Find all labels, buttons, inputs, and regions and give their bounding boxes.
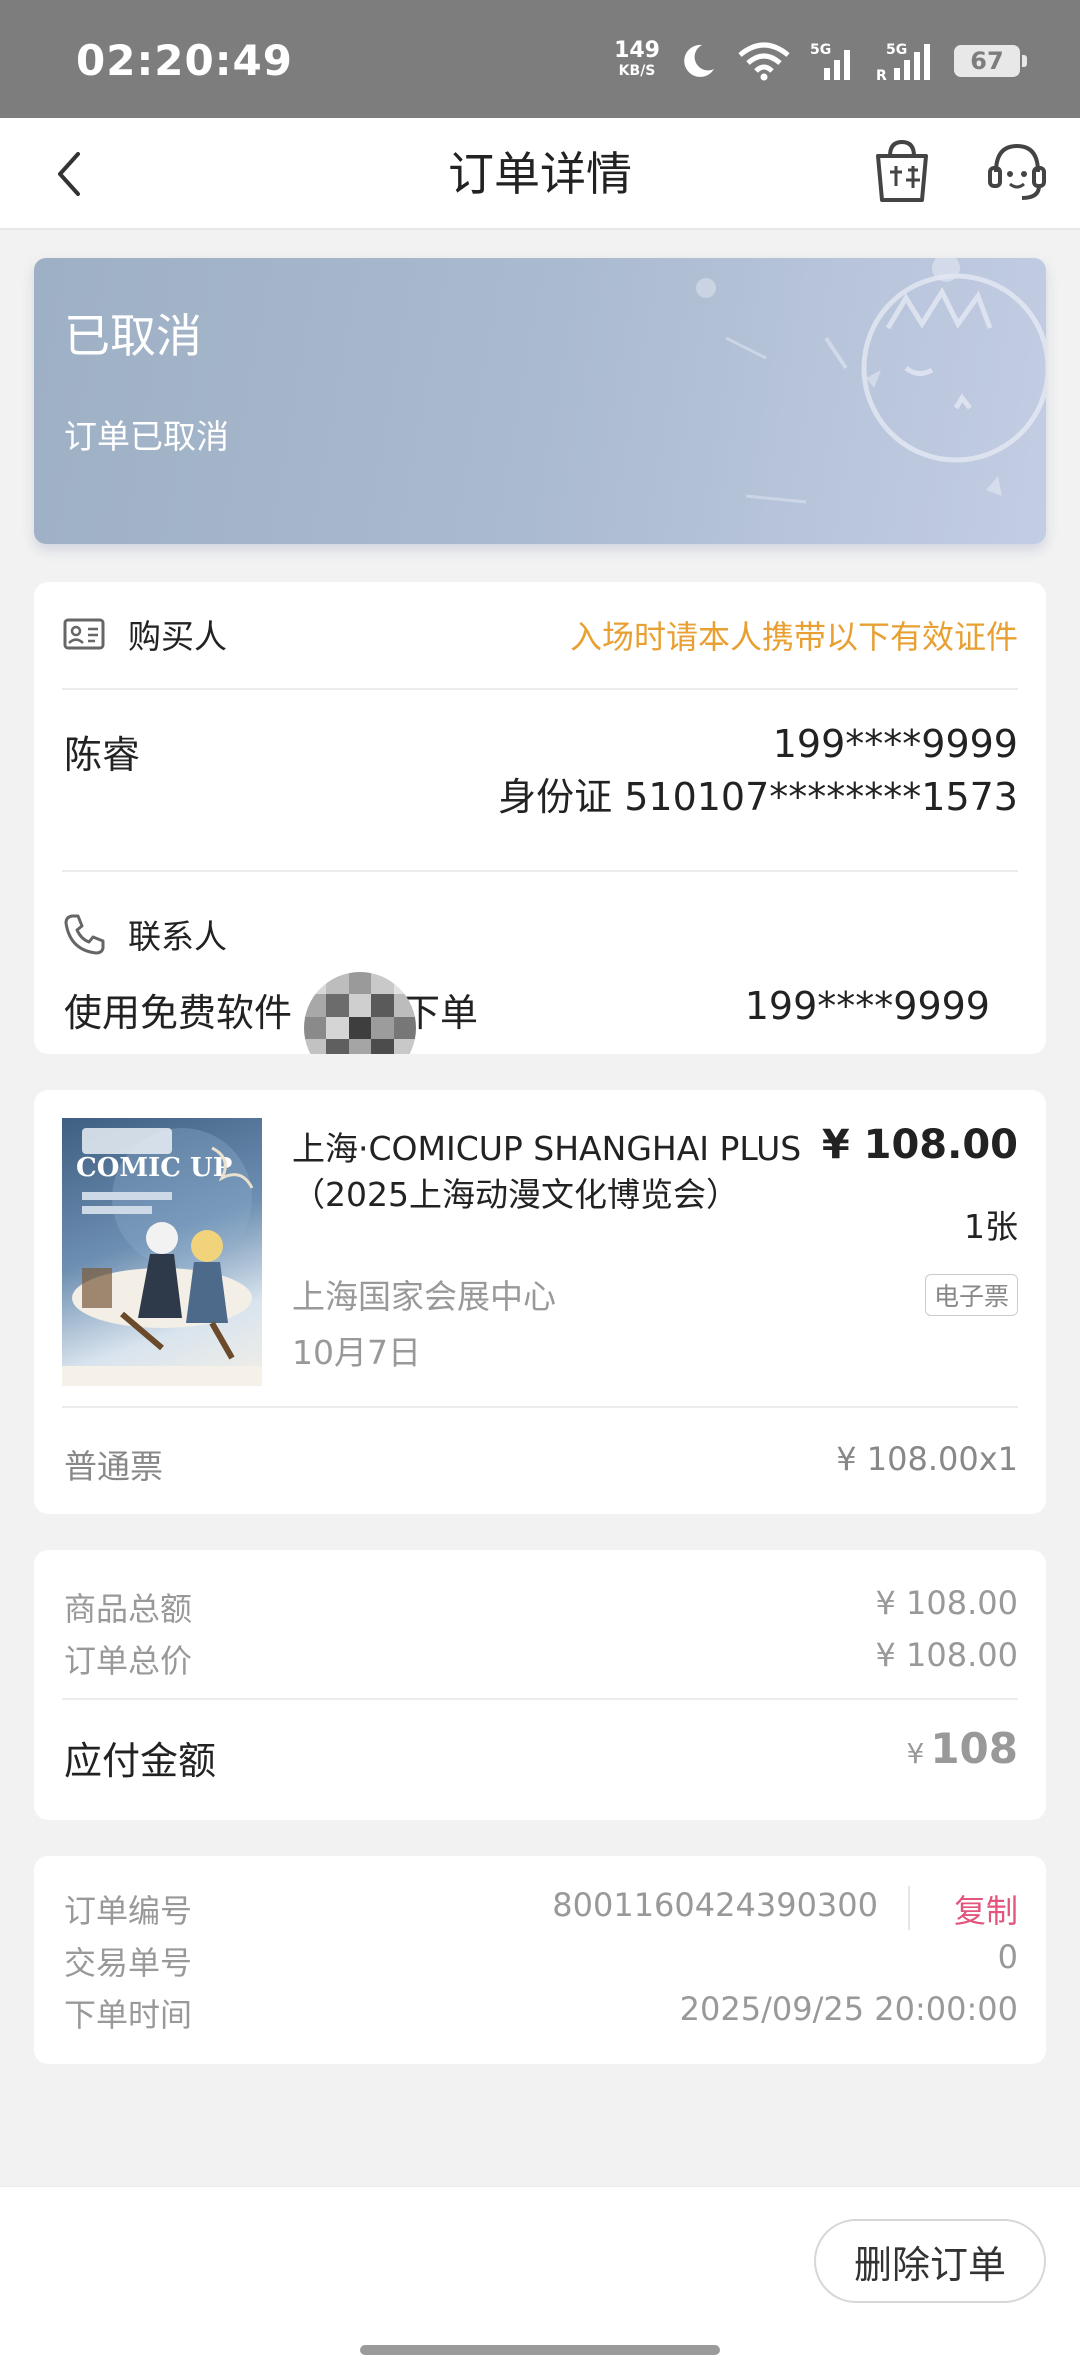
svg-text:5G: 5G (810, 42, 831, 58)
payable-currency: ¥ (906, 1737, 925, 1770)
event-poster-image[interactable]: COMIC UP (62, 1118, 262, 1386)
buyer-section-header: 购买人 (62, 604, 227, 664)
event-date: 10月7日 (292, 1333, 421, 1372)
buyer-section-label: 购买人 (128, 617, 227, 656)
shopping-bag-icon[interactable] (872, 136, 932, 206)
buyer-phone: 199****9999 (772, 722, 1018, 766)
e-ticket-badge: 电子票 (924, 1274, 1018, 1316)
moon-icon (684, 44, 714, 77)
price-summary-card: 商品总额 ¥ 108.00 订单总价 ¥ 108.00 应付金额 ¥108 (34, 1550, 1046, 1820)
trade-number-value: 0 (997, 1938, 1018, 1976)
home-indicator[interactable] (360, 2345, 720, 2355)
battery-icon: 67 (954, 45, 1027, 77)
delete-order-button[interactable]: 删除订单 (814, 2219, 1046, 2303)
copy-order-number-button[interactable]: 复制 (954, 1886, 1018, 1932)
poster-illustration: COMIC UP (62, 1128, 262, 1386)
trade-number-label: 交易单号 (64, 1944, 193, 1982)
event-title[interactable]: 上海·COMICUP SHANGHAI PLUS（2025上海动漫文化博览会） (292, 1126, 852, 1218)
ticket-type-label: 普通票 (64, 1447, 163, 1486)
battery-level: 67 (970, 47, 1004, 75)
signal-5g-icon: 5G (810, 42, 850, 80)
id-card-icon (63, 618, 105, 650)
goods-total-value: ¥ 108.00 (875, 1584, 1019, 1622)
wifi-icon (738, 42, 790, 81)
network-speed-unit: KB/S (618, 63, 656, 79)
payable-amount: ¥108 (907, 1724, 1019, 1773)
goods-total-label: 商品总额 (64, 1590, 193, 1628)
payable-label: 应付金额 (64, 1739, 217, 1783)
buyer-id-number: 身份证 510107********1573 (498, 775, 1018, 819)
contact-name-part: 使用免费软件 (64, 991, 293, 1035)
order-total-label: 订单总价 (64, 1642, 193, 1680)
contact-section-label: 联系人 (128, 917, 227, 956)
contact-section-header: 联系人 (62, 904, 227, 964)
signal-5g-roaming-icon: 5G R (876, 42, 930, 82)
order-info-card: 订单编号 8001160424390300 复制 交易单号 0 下单时间 202… (34, 1856, 1046, 2064)
network-speed-value: 149 (614, 38, 660, 63)
customer-service-icon[interactable] (986, 138, 1048, 206)
order-time-label: 下单时间 (64, 1996, 193, 2034)
ticket-quantity: 1张 (964, 1207, 1018, 1246)
event-venue: 上海国家会展中心 (292, 1277, 556, 1316)
ticket-unit-price: ¥ 108.00x1 (836, 1440, 1018, 1478)
divider (62, 870, 1018, 872)
payable-number: 108 (930, 1724, 1018, 1773)
buyer-name: 陈睿 (64, 733, 141, 777)
svg-text:5G: 5G (886, 42, 907, 58)
bottom-action-bar: 删除订单 (0, 2186, 1080, 2375)
divider (62, 1698, 1018, 1700)
nav-bar: 订单详情 (0, 118, 1080, 230)
divider (62, 688, 1018, 690)
order-number-label: 订单编号 (64, 1892, 193, 1930)
order-total-value: ¥ 108.00 (875, 1636, 1019, 1674)
buyer-info-card: 购买人 入场时请本人携带以下有效证件 陈睿 199****9999 身份证 51… (34, 582, 1046, 1054)
ticket-item-card[interactable]: COMIC UP 上海·COMICUP SHANGHAI PLUS（2025上海… (34, 1090, 1046, 1514)
order-status-subtitle: 订单已取消 (64, 417, 229, 456)
mascot-watermark-icon (696, 258, 1046, 504)
buyer-id-notice: 入场时请本人携带以下有效证件 (569, 618, 1018, 656)
order-status-card: 已取消 订单已取消 (34, 258, 1046, 544)
contact-phone: 199****9999 (744, 984, 990, 1028)
divider (908, 1886, 910, 1930)
svg-text:R: R (876, 68, 887, 82)
ticket-price: ¥ 108.00 (821, 1122, 1018, 1168)
phone-icon (64, 914, 105, 955)
order-status-title: 已取消 (64, 309, 202, 363)
network-speed: 149 KB/S (614, 38, 660, 81)
order-number-value: 8001160424390300 (552, 1886, 878, 1924)
poster-logo-text: COMIC UP (76, 1153, 232, 1183)
order-time-value: 2025/09/25 20:00:00 (679, 1990, 1018, 2028)
status-bar: 02:20:49 149 KB/S 5G 5G R 67 (0, 0, 1080, 118)
divider (62, 1406, 1018, 1408)
status-time: 02:20:49 (76, 36, 293, 85)
status-icons: 149 KB/S 5G 5G R 67 (614, 36, 1027, 86)
